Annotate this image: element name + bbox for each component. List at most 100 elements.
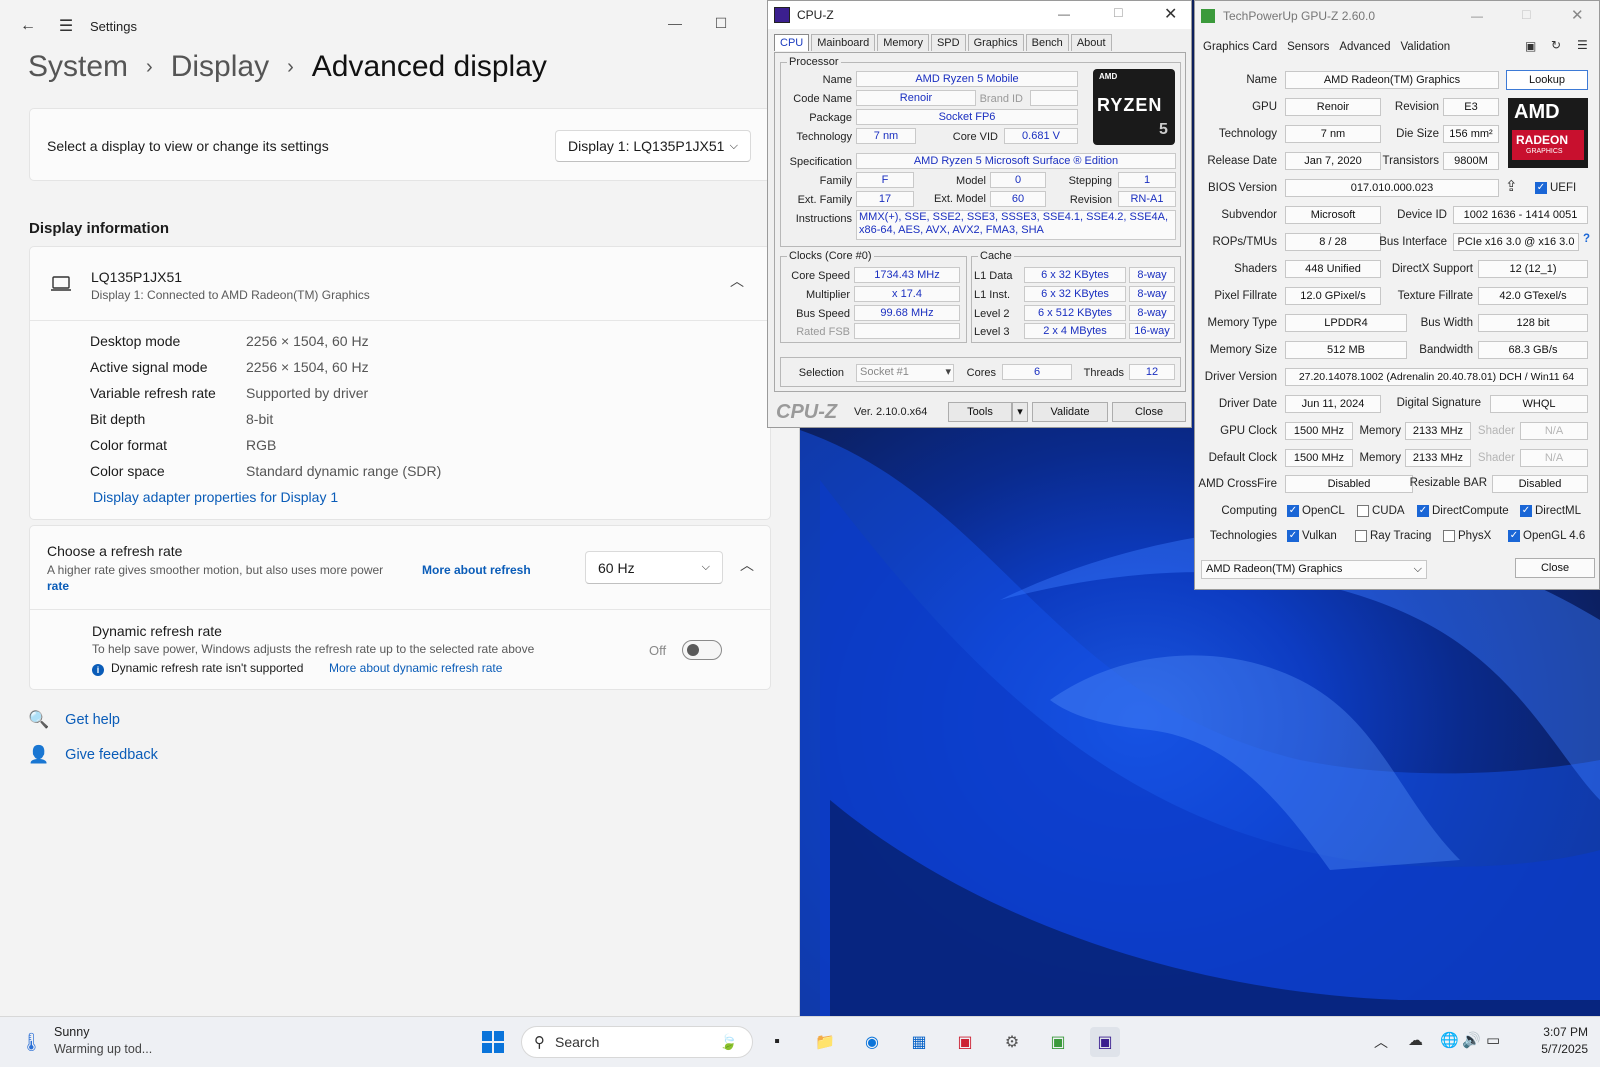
- page-title: Advanced display: [311, 50, 547, 83]
- minimize-button[interactable]: —: [1058, 7, 1070, 21]
- tab-validation[interactable]: Validation: [1400, 41, 1450, 53]
- file-explorer-icon[interactable]: 📁: [810, 1027, 840, 1057]
- give-feedback-row[interactable]: 👤 Give feedback: [28, 745, 158, 765]
- get-help-link[interactable]: Get help: [65, 712, 120, 728]
- clock-date[interactable]: 5/7/2025: [1528, 1042, 1588, 1056]
- raytracing-checkbox[interactable]: Ray Tracing: [1355, 530, 1431, 542]
- busspeed-label: Bus Speed: [796, 308, 850, 320]
- tab-about[interactable]: About: [1070, 34, 1112, 51]
- directml-checkbox[interactable]: ✓ DirectML: [1520, 505, 1581, 517]
- network-icon[interactable]: 🌐: [1440, 1031, 1459, 1049]
- tab-cpu[interactable]: CPU: [774, 34, 810, 51]
- edge-icon[interactable]: ◉: [857, 1027, 887, 1057]
- tab-graphics-card[interactable]: Graphics Card: [1203, 41, 1277, 53]
- help-question-icon[interactable]: ?: [1583, 233, 1590, 245]
- refresh-rate-header: Choose a refresh rate A higher rate give…: [30, 526, 770, 610]
- app-icon[interactable]: ▣: [950, 1027, 980, 1057]
- get-help-row[interactable]: 🔍 Get help: [28, 710, 120, 730]
- close-icon[interactable]: ✕: [1571, 6, 1584, 24]
- lookup-button[interactable]: Lookup: [1506, 70, 1588, 90]
- adapter-properties-link[interactable]: Display adapter properties for Display 1: [93, 489, 338, 505]
- refresh-rate-dropdown[interactable]: 60 Hz ⌵: [585, 551, 723, 584]
- tab-bench[interactable]: Bench: [1025, 34, 1069, 51]
- display-dropdown[interactable]: Display 1: LQ135P1JX51 ⌵: [555, 130, 751, 162]
- tab-memory[interactable]: Memory: [877, 34, 929, 51]
- tab-sensors[interactable]: Sensors: [1287, 41, 1329, 53]
- gpuz-close-button[interactable]: Close: [1515, 558, 1595, 578]
- cuda-checkbox[interactable]: CUDA: [1357, 505, 1405, 517]
- back-arrow-icon[interactable]: ←: [14, 12, 42, 40]
- display-info-header[interactable]: LQ135P1JX51 Display 1: Connected to AMD …: [30, 247, 770, 321]
- cache-value: 2 x 4 MBytes: [1024, 323, 1126, 339]
- corespeed-label: Core Speed: [791, 270, 850, 282]
- laptop-icon: [51, 276, 71, 291]
- taskbar-search[interactable]: ⚲ Search 🍃: [521, 1026, 753, 1058]
- maximize-button[interactable]: ☐: [1521, 8, 1532, 22]
- volume-icon[interactable]: 🔊: [1462, 1031, 1481, 1049]
- refresh-icon[interactable]: ↻: [1551, 38, 1561, 52]
- clock-time[interactable]: 3:07 PM: [1528, 1025, 1588, 1039]
- battery-icon[interactable]: ▭: [1486, 1031, 1500, 1049]
- uefi-checkbox[interactable]: ✓ UEFI: [1535, 182, 1576, 194]
- chevron-up-icon[interactable]: ︿: [1374, 1032, 1388, 1052]
- chevron-down-icon: ⌵: [701, 561, 710, 573]
- chevron-up-icon[interactable]: ︿: [740, 555, 754, 575]
- stepping-value: 1: [1118, 172, 1176, 188]
- opengl-checkbox[interactable]: ✓ OpenGL 4.6: [1508, 530, 1585, 542]
- weather-condition[interactable]: Sunny: [54, 1025, 89, 1039]
- opencl-checkbox[interactable]: ✓ OpenCL: [1287, 505, 1345, 517]
- more-about-refresh-link[interactable]: More about refresh: [422, 563, 531, 577]
- store-icon[interactable]: ▦: [904, 1027, 934, 1057]
- family-value: F: [856, 172, 914, 188]
- bios-value: 017.010.000.023: [1285, 179, 1499, 197]
- cpuz-taskbar-icon[interactable]: ▣: [1090, 1027, 1120, 1057]
- dynamic-refresh-toggle[interactable]: [682, 640, 722, 660]
- physx-checkbox[interactable]: PhysX: [1443, 530, 1491, 542]
- close-button[interactable]: Close: [1112, 402, 1186, 422]
- tools-dropdown-button[interactable]: ▾: [1012, 402, 1028, 422]
- display-dropdown-value: Display 1: LQ135P1JX51: [568, 138, 725, 154]
- minimize-button[interactable]: —: [1471, 9, 1483, 23]
- tools-button[interactable]: Tools: [948, 402, 1012, 422]
- tab-spd[interactable]: SPD: [930, 34, 966, 51]
- memorysize-label: Memory Size: [1209, 344, 1277, 356]
- close-icon[interactable]: ✕: [1164, 4, 1177, 24]
- instructions-label: Instructions: [795, 213, 852, 225]
- share-icon[interactable]: ⇪: [1505, 177, 1518, 195]
- gpuz-window: TechPowerUp GPU-Z 2.60.0 — ☐ ✕ Graphics …: [1194, 0, 1600, 590]
- onedrive-icon[interactable]: ☁: [1408, 1031, 1423, 1049]
- weather-icon[interactable]: 🌡: [20, 1032, 43, 1053]
- maximize-button[interactable]: ☐: [698, 8, 744, 38]
- breadcrumb-system[interactable]: System: [28, 50, 128, 84]
- hamburger-menu-icon[interactable]: ☰: [52, 12, 80, 40]
- minimize-button[interactable]: —: [652, 8, 698, 38]
- bios-label: BIOS Version: [1207, 182, 1277, 194]
- validate-button[interactable]: Validate: [1032, 402, 1108, 422]
- start-button[interactable]: [478, 1027, 508, 1057]
- buswidth-value: 128 bit: [1478, 314, 1588, 332]
- task-view-icon[interactable]: ▪: [762, 1027, 792, 1057]
- gpu-select[interactable]: AMD Radeon(TM) Graphics ⌵: [1201, 560, 1427, 579]
- more-about-refresh-link-2[interactable]: rate: [47, 579, 69, 593]
- camera-icon[interactable]: ▣: [1525, 39, 1536, 53]
- tab-graphics[interactable]: Graphics: [967, 34, 1024, 51]
- more-about-dynamic-refresh-link[interactable]: More about dynamic refresh rate: [329, 661, 502, 675]
- directcompute-checkbox[interactable]: ✓ DirectCompute: [1417, 505, 1509, 517]
- monitor-sub: Display 1: Connected to AMD Radeon(TM) G…: [91, 288, 370, 302]
- socket-select[interactable]: Socket #1 ▾: [856, 364, 954, 382]
- refresh-desc: A higher rate gives smoother motion, but…: [47, 563, 384, 577]
- menu-icon[interactable]: ☰: [1577, 38, 1588, 52]
- gpuz-taskbar-icon[interactable]: ▣: [1043, 1027, 1073, 1057]
- tab-mainboard[interactable]: Mainboard: [811, 34, 876, 51]
- settings-gear-icon[interactable]: ⚙: [997, 1027, 1027, 1057]
- give-feedback-link[interactable]: Give feedback: [65, 747, 158, 763]
- driverversion-value: 27.20.14078.1002 (Adrenalin 20.40.78.01)…: [1285, 368, 1588, 386]
- dynamic-refresh-title: Dynamic refresh rate: [92, 623, 222, 639]
- breadcrumb-display[interactable]: Display: [171, 50, 269, 84]
- cpuz-app-icon: [774, 7, 790, 23]
- name-label: Name: [822, 74, 852, 86]
- tab-advanced[interactable]: Advanced: [1339, 41, 1390, 53]
- maximize-button[interactable]: ☐: [1113, 6, 1124, 20]
- weather-desc[interactable]: Warming up tod...: [54, 1042, 152, 1056]
- vulkan-checkbox[interactable]: ✓ Vulkan: [1287, 530, 1337, 542]
